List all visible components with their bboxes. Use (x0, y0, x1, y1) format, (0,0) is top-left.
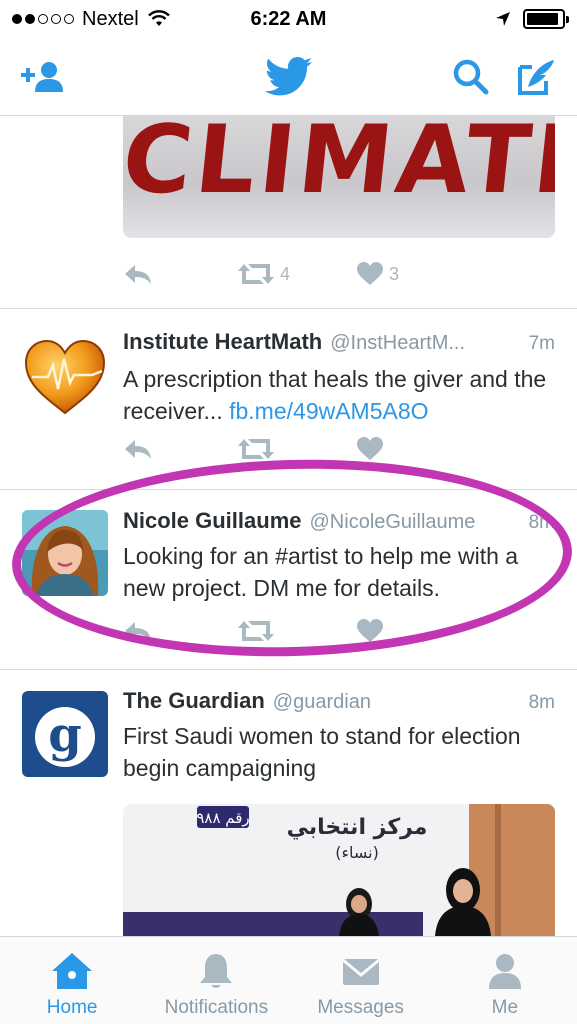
election-photo-icon: رقم ٩٨٨ مركز انتخابي (نساء) (123, 804, 555, 936)
tweet-timestamp: 8m (528, 692, 555, 713)
tab-notifications[interactable]: Notifications (144, 937, 288, 1024)
tweet-media-image[interactable]: رقم ٩٨٨ مركز انتخابي (نساء) (123, 804, 555, 936)
add-user-icon (21, 62, 63, 92)
avatar[interactable] (22, 335, 108, 421)
compose-tweet-button[interactable] (512, 54, 562, 100)
tweet-item[interactable]: Institute HeartMath @InstHeartM... 7m A … (0, 309, 577, 489)
like-button[interactable] (357, 432, 383, 466)
reply-icon (125, 622, 151, 641)
tweet-text: Looking for an #artist to help me with a… (123, 543, 519, 601)
like-count: 3 (389, 263, 400, 284)
envelope-icon (341, 958, 380, 985)
search-icon (453, 59, 489, 95)
bottom-tab-bar: Home Notifications Messages Me (0, 936, 577, 1024)
like-button[interactable] (357, 614, 383, 648)
reply-icon (125, 265, 151, 284)
guardian-logo-icon: g (22, 691, 108, 777)
tweet-header: Institute HeartMath @InstHeartM... 7m (123, 329, 555, 359)
signal-strength-icon (12, 14, 74, 24)
like-button[interactable]: 3 (357, 257, 399, 291)
add-user-button[interactable] (18, 54, 68, 100)
heart-logo-avatar-icon (24, 339, 106, 415)
reply-button[interactable] (123, 432, 153, 466)
person-icon (488, 954, 521, 989)
tweet-actions (123, 432, 555, 466)
top-nav-bar (0, 38, 577, 116)
location-arrow-icon (496, 12, 510, 26)
twitter-bird-icon (265, 57, 313, 96)
display-name[interactable]: The Guardian (123, 688, 265, 714)
search-button[interactable] (446, 54, 496, 100)
tweet-item[interactable]: g The Guardian @guardian 8m First Saudi … (0, 670, 577, 936)
reply-icon (125, 440, 151, 459)
tweet-timestamp: 8m (528, 512, 555, 533)
retweet-icon (238, 264, 274, 284)
tweet-actions (123, 614, 555, 648)
bell-icon (200, 954, 233, 988)
reply-button[interactable] (123, 257, 153, 291)
retweet-icon (238, 439, 274, 459)
battery-icon (523, 9, 569, 29)
tweet-header: The Guardian @guardian 8m (123, 688, 555, 718)
media-sign-text: مركز انتخابي (287, 815, 428, 840)
heart-icon (357, 262, 383, 285)
tab-me-label: Me (491, 997, 519, 1018)
avatar[interactable]: g (22, 691, 108, 777)
tweet-text: A prescription that heals the giver and … (123, 363, 559, 427)
media-image-text: CLIMATE (123, 116, 555, 215)
media-sign-subtext: (نساء) (335, 843, 379, 862)
twitter-home-logo[interactable] (262, 54, 316, 100)
tab-me[interactable]: Me (433, 937, 577, 1024)
compose-icon (518, 60, 554, 95)
heart-icon (357, 437, 383, 460)
avatar[interactable] (22, 510, 108, 596)
retweet-icon (238, 621, 274, 641)
user-handle[interactable]: @InstHeartM... (330, 332, 522, 355)
tab-messages-label: Messages (317, 997, 404, 1018)
retweet-count: 4 (280, 263, 291, 284)
status-bar: Nextel 6:22 AM (0, 0, 577, 38)
user-handle[interactable]: @guardian (273, 691, 523, 714)
tweet-timestamp: 7m (528, 333, 555, 354)
home-icon (52, 953, 93, 989)
tweet-media-image[interactable]: CLIMATE (123, 116, 555, 238)
retweet-button[interactable]: 4 (238, 257, 290, 291)
display-name[interactable]: Nicole Guillaume (123, 508, 302, 534)
user-handle[interactable]: @NicoleGuillaume (310, 511, 523, 534)
tweet-actions: 4 3 (123, 257, 555, 291)
tweet-header: Nicole Guillaume @NicoleGuillaume 8m (123, 508, 555, 538)
media-badge-text: رقم ٩٨٨ (196, 809, 249, 827)
tab-home-label: Home (46, 997, 98, 1018)
tweet-text: First Saudi women to stand for election … (123, 723, 521, 781)
heart-icon (357, 619, 383, 642)
retweet-button[interactable] (238, 614, 274, 648)
tab-messages[interactable]: Messages (289, 937, 433, 1024)
tweet-item[interactable]: Nicole Guillaume @NicoleGuillaume 8m Loo… (0, 490, 577, 670)
profile-photo-icon (22, 510, 108, 596)
tab-notifications-label: Notifications (164, 997, 269, 1018)
retweet-button[interactable] (238, 432, 274, 466)
tweet-link[interactable]: fb.me/49wAM5A8O (229, 398, 428, 424)
display-name[interactable]: Institute HeartMath (123, 329, 322, 355)
svg-text:g: g (48, 707, 82, 763)
timeline-feed[interactable]: CLIMATE 4 3 Institute HeartMath @InstHea… (0, 116, 577, 936)
carrier-name: Nextel (82, 7, 139, 30)
tab-home[interactable]: Home (0, 937, 144, 1024)
wifi-icon (147, 10, 170, 26)
reply-button[interactable] (123, 614, 153, 648)
